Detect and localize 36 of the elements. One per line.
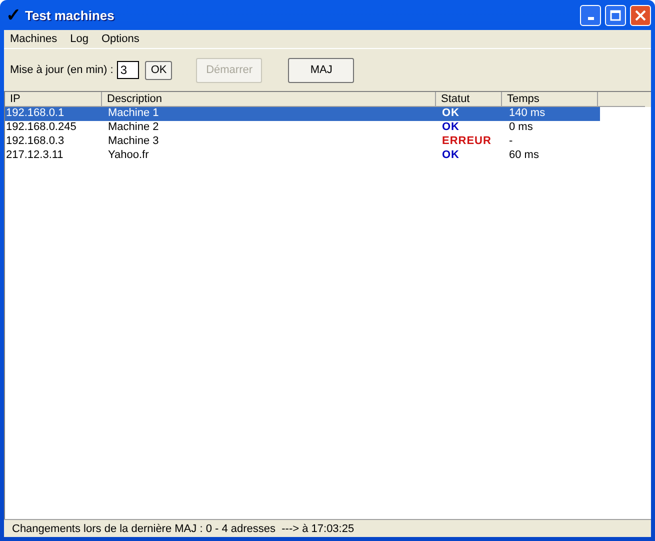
table-cell-text: 0 ms	[508, 121, 534, 135]
table-cell-text: 192.168.0.1	[5, 107, 66, 121]
table-row[interactable]: 192.168.0.1 Machine 1 OK 140 ms	[5, 107, 600, 121]
minimize-button[interactable]	[580, 4, 601, 26]
minimize-icon	[588, 16, 594, 20]
table-cell-text: Machine 3	[107, 135, 160, 149]
window-title: Test machines	[25, 8, 116, 22]
toolbar-button[interactable]: OK	[145, 60, 172, 80]
close-icon	[635, 10, 646, 20]
status-text: OK	[442, 121, 460, 133]
table-row[interactable]: 192.168.0.3 Machine 3 ERREUR -	[5, 135, 600, 149]
interval-field[interactable]: 3	[117, 61, 140, 79]
toolbar-button[interactable]: MAJ	[288, 58, 354, 82]
menu-item[interactable]: Machines	[10, 33, 58, 45]
status-text: ERREUR	[442, 135, 492, 147]
table-cell-text: 140 ms	[508, 107, 546, 121]
maximize-button[interactable]	[605, 4, 626, 26]
table-cell-text: Machine 2	[107, 121, 160, 135]
maximize-icon	[610, 10, 621, 20]
interval-label: Mise à jour (en min) :	[10, 64, 114, 76]
table-cell-text: 60 ms	[508, 149, 540, 163]
table-cell-text: 217.12.3.11	[5, 149, 64, 163]
table-cell-text: Machine 1	[107, 107, 160, 121]
status-bar-text: Changements lors de la dernière MAJ : 0 - 4 adresses ---> à 17:03:25	[12, 522, 354, 534]
check-mark-icon: ✓	[6, 4, 21, 26]
table-cell-text: 192.168.0.245	[5, 121, 78, 135]
table-row[interactable]: 192.168.0.245 Machine 2 OK 0 ms	[5, 121, 600, 135]
status-text: OK	[442, 107, 460, 119]
table-row[interactable]: 217.12.3.11 Yahoo.fr OK 60 ms	[5, 149, 600, 163]
menu-item[interactable]: Log	[70, 33, 88, 45]
table-cell-text: Yahoo.fr	[107, 149, 150, 163]
status-text: OK	[442, 149, 460, 161]
menu-item[interactable]: Options	[101, 33, 140, 45]
table-cell-text: -	[508, 135, 514, 149]
table-cell-text: 192.168.0.3	[5, 135, 66, 149]
close-button[interactable]	[630, 4, 651, 26]
